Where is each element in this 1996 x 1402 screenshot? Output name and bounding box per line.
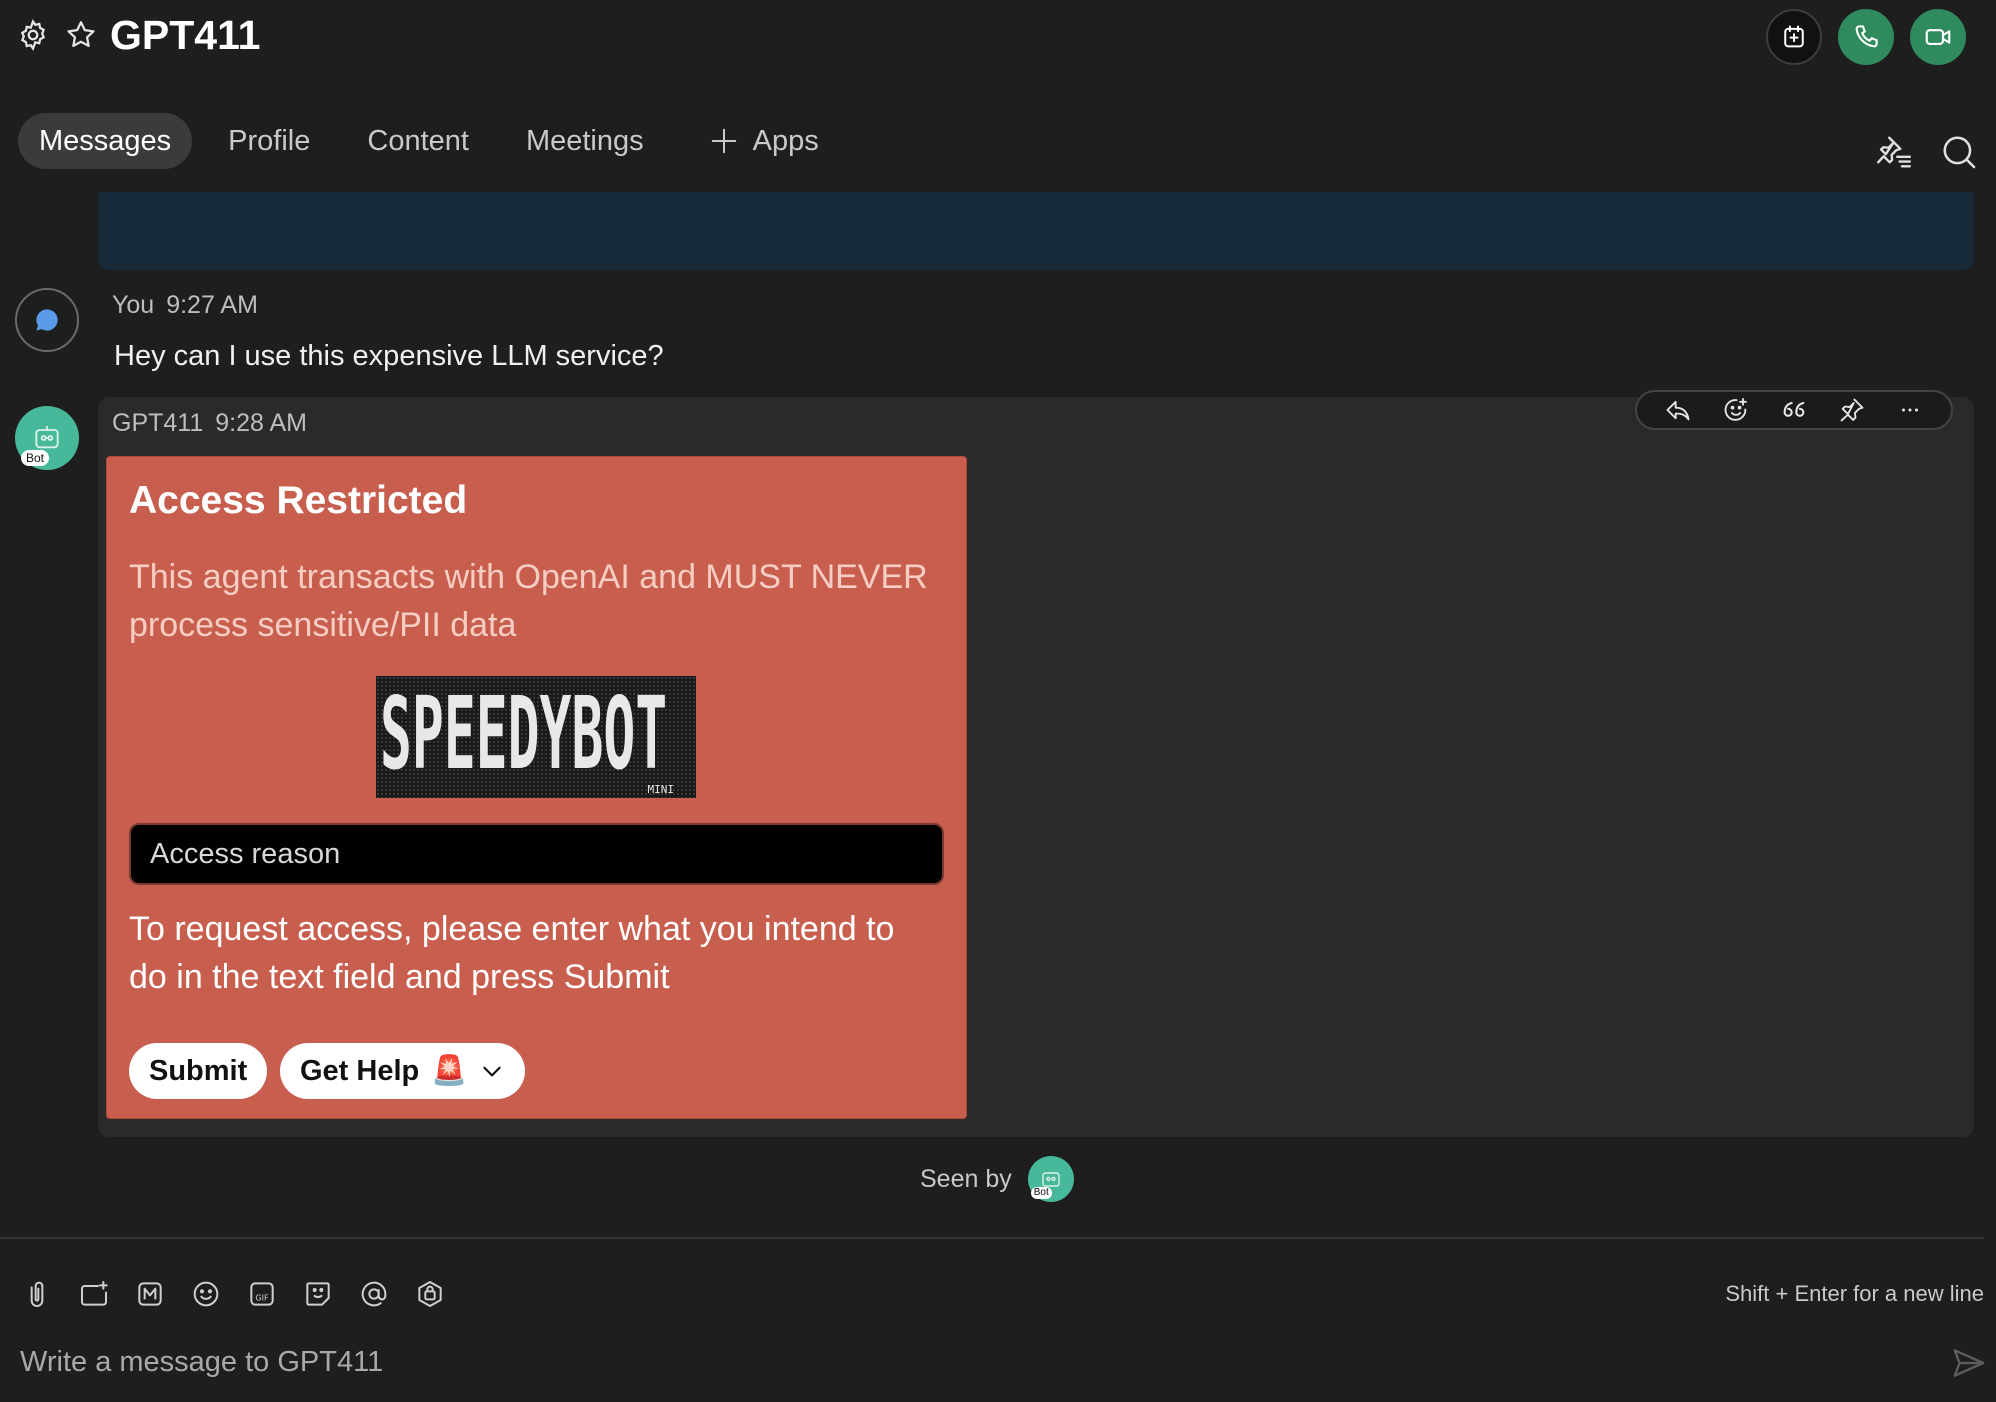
get-help-button[interactable]: Get Help 🚨 [280,1043,526,1099]
star-icon[interactable] [64,18,98,52]
message-text: Hey can I use this expensive LLM service… [114,340,664,372]
pinned-messages-icon[interactable] [1875,133,1913,171]
siren-emoji: 🚨 [431,1055,468,1087]
gear-icon[interactable] [16,18,50,52]
message-sender: GPT411 [112,409,204,437]
message-time: 9:28 AM [215,409,307,437]
access-restricted-card: Access Restricted This agent transacts w… [106,456,967,1119]
conversation-header: GPT411 [0,0,1996,78]
mention-icon[interactable] [358,1278,390,1310]
message-actions-bar [1635,390,1953,430]
reply-icon[interactable] [1663,395,1693,425]
tab-apps[interactable]: Apps [688,113,840,169]
chevron-down-icon [479,1058,505,1084]
send-icon[interactable] [1950,1344,1988,1382]
markdown-icon[interactable] [134,1278,166,1310]
speedybot-logo-text: SPEEDYBOT [380,676,668,792]
composer-divider [0,1237,1984,1239]
card-title: Access Restricted [129,479,468,522]
message-meta: You 9:27 AM [112,291,258,320]
tab-apps-label: Apps [752,125,819,157]
tab-profile[interactable]: Profile [207,113,331,169]
message-sender: You [112,291,155,319]
plus-icon [709,126,739,156]
pin-icon[interactable] [1837,395,1867,425]
gif-icon[interactable]: GIF [246,1278,278,1310]
svg-text:GIF: GIF [255,1294,269,1303]
calendar-plus-icon [1780,23,1808,51]
phone-icon [1851,22,1881,52]
card-description: This agent transacts with OpenAI and MUS… [129,558,928,644]
seen-by-label: Seen by [920,1164,1012,1193]
video-call-button[interactable] [1910,9,1966,65]
screen-capture-icon[interactable] [78,1278,110,1310]
more-icon[interactable] [1895,395,1925,425]
seen-by-avatar[interactable]: Bot [1027,1156,1074,1202]
attach-icon[interactable] [21,1278,53,1310]
card-help-text: To request access, please enter what you… [129,910,895,996]
emoji-icon[interactable] [190,1278,222,1310]
audio-call-button[interactable] [1838,9,1894,65]
avatar[interactable] [15,288,79,352]
video-camera-icon [1923,22,1953,52]
speedybot-logo: SPEEDYBOT MINI [376,676,696,798]
message-input[interactable] [20,1340,1920,1384]
composer-hint: Shift + Enter for a new line [1725,1281,1984,1306]
tab-messages[interactable]: Messages [18,113,193,169]
bot-badge: Bot [21,450,50,466]
access-reason-input[interactable]: Access reason [129,823,944,885]
quote-icon[interactable] [1779,395,1809,425]
bot-icon[interactable] [414,1278,446,1310]
previous-message-banner [98,192,1974,270]
tab-content[interactable]: Content [346,113,490,169]
tab-meetings[interactable]: Meetings [505,113,665,169]
add-reaction-icon[interactable] [1721,395,1751,425]
conversation-tabs: Messages Profile Content Meetings Apps [18,113,855,169]
sticker-icon[interactable] [302,1278,334,1310]
bot-avatar[interactable]: Bot [15,406,79,470]
submit-button[interactable]: Submit [129,1043,268,1099]
seen-by: Seen by Bot [920,1156,1074,1202]
conversation-title: GPT411 [110,12,261,58]
add-to-calendar-button[interactable] [1766,9,1822,65]
speedybot-logo-subtext: MINI [647,783,675,796]
bot-badge: Bot [1030,1187,1052,1199]
search-icon[interactable] [1940,133,1978,171]
chat-bubble-icon [32,305,62,335]
get-help-label: Get Help [300,1054,420,1087]
message-meta: GPT411 9:28 AM [112,409,307,438]
message-time: 9:27 AM [166,291,258,319]
